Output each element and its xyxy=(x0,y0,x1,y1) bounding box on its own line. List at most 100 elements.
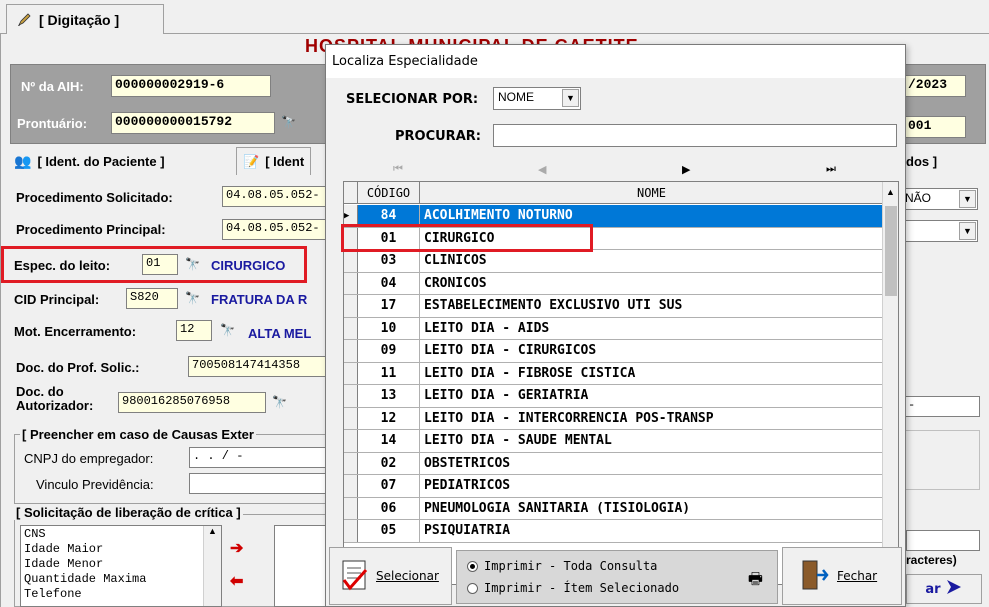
row-nome[interactable]: CLINICOS xyxy=(420,250,883,272)
right-field-2[interactable]: - xyxy=(904,396,980,417)
combo-empty[interactable]: ▼ xyxy=(900,220,978,242)
proc-solicitado-field[interactable]: 04.08.05.052- xyxy=(222,186,326,207)
list-item[interactable]: CNS xyxy=(24,527,218,542)
critica-scrollbar[interactable]: ▲ xyxy=(203,526,221,606)
binoculars-icon[interactable]: 🔭 xyxy=(185,257,200,271)
cid-field[interactable]: S820 xyxy=(126,288,178,309)
cnpj-field[interactable]: . . / - xyxy=(189,447,326,468)
table-row[interactable]: 09 LEITO DIA - CIRURGICOS xyxy=(344,340,883,363)
table-row[interactable]: 11 LEITO DIA - FIBROSE CISTICA xyxy=(344,362,883,385)
radio-item-selecionado[interactable]: Imprimir - Ítem Selecionado xyxy=(467,581,679,595)
right-field-3[interactable] xyxy=(906,530,980,551)
prev-record-icon[interactable]: ◀ xyxy=(538,163,546,176)
row-codigo[interactable]: 09 xyxy=(358,340,420,362)
row-nome[interactable]: LEITO DIA - GERIATRIA xyxy=(420,385,883,407)
radio-toda-consulta[interactable]: Imprimir - Toda Consulta xyxy=(467,559,657,573)
list-item[interactable]: Idade Menor xyxy=(24,557,218,572)
row-indicator[interactable] xyxy=(344,430,358,452)
row-indicator[interactable] xyxy=(344,452,358,474)
table-row[interactable]: 05 PSIQUIATRIA xyxy=(344,520,883,543)
row-codigo[interactable]: 02 xyxy=(358,452,420,474)
table-row[interactable]: 17 ESTABELECIMENTO EXCLUSIVO UTI SUS xyxy=(344,295,883,318)
row-indicator[interactable] xyxy=(344,407,358,429)
next-record-icon[interactable]: ▶ xyxy=(682,163,690,176)
row-indicator[interactable] xyxy=(344,295,358,317)
row-indicator[interactable] xyxy=(344,475,358,497)
row-indicator[interactable] xyxy=(344,385,358,407)
table-row[interactable]: 14 LEITO DIA - SAUDE MENTAL xyxy=(344,430,883,453)
first-record-icon[interactable]: ⏮ xyxy=(393,163,403,176)
row-codigo[interactable]: 14 xyxy=(358,430,420,452)
table-row[interactable]: 04 CRONICOS xyxy=(344,272,883,295)
row-nome[interactable]: ESTABELECIMENTO EXCLUSIVO UTI SUS xyxy=(420,295,883,317)
table-row[interactable]: 06 PNEUMOLOGIA SANITARIA (TISIOLOGIA) xyxy=(344,497,883,520)
row-nome[interactable]: PEDIATRICOS xyxy=(420,475,883,497)
mot-encerramento-field[interactable]: 12 xyxy=(176,320,212,341)
row-codigo[interactable]: 11 xyxy=(358,362,420,384)
table-row[interactable]: 03 CLINICOS xyxy=(344,250,883,273)
table-row[interactable]: 12 LEITO DIA - INTERCORRENCIA POS-TRANSP xyxy=(344,407,883,430)
row-indicator[interactable] xyxy=(344,340,358,362)
avancar-button[interactable]: ar xyxy=(906,574,982,604)
row-nome[interactable]: LEITO DIA - CIRURGICOS xyxy=(420,340,883,362)
chevron-down-icon[interactable]: ▼ xyxy=(562,89,579,107)
vinculo-field[interactable] xyxy=(189,473,326,494)
row-nome[interactable]: LEITO DIA - AIDS xyxy=(420,318,883,340)
list-item[interactable]: Quantidade Maxima xyxy=(24,572,218,587)
row-indicator[interactable] xyxy=(344,520,358,542)
binoculars-icon[interactable]: 🔭 xyxy=(281,115,296,129)
chevron-up-icon[interactable]: ▲ xyxy=(204,526,221,536)
combo-nao[interactable]: NÃO ▼ xyxy=(900,188,978,210)
row-indicator[interactable] xyxy=(344,362,358,384)
selecionar-combo[interactable]: NOME ▼ xyxy=(493,87,581,110)
table-row[interactable]: 02 OBSTETRICOS xyxy=(344,452,883,475)
row-nome[interactable]: CRONICOS xyxy=(420,273,883,295)
critica-listbox[interactable]: CNS Idade Maior Idade Menor Quantidade M… xyxy=(20,525,222,607)
espec-leito-field[interactable]: 01 xyxy=(142,254,178,275)
chevron-down-icon[interactable]: ▼ xyxy=(959,190,976,208)
chevron-down-icon[interactable]: ▼ xyxy=(959,222,976,240)
procurar-input[interactable] xyxy=(493,124,897,147)
row-codigo[interactable]: 13 xyxy=(358,385,420,407)
row-nome[interactable]: LEITO DIA - INTERCORRENCIA POS-TRANSP xyxy=(420,408,883,430)
row-nome[interactable]: LEITO DIA - SAUDE MENTAL xyxy=(420,430,883,452)
fechar-button[interactable]: Fechar xyxy=(782,547,902,605)
doc-solic-field[interactable]: 700508147414358 xyxy=(188,356,326,377)
grid-scrollbar[interactable]: ▲ ▼ xyxy=(882,182,898,584)
row-codigo[interactable]: 03 xyxy=(358,250,420,272)
scroll-thumb[interactable] xyxy=(885,206,897,296)
row-indicator[interactable] xyxy=(344,317,358,339)
prontuario-field[interactable]: 000000000015792 xyxy=(111,112,275,134)
binoculars-icon[interactable]: 🔭 xyxy=(185,291,200,305)
tab-ident[interactable]: 📝 [ Ident xyxy=(236,147,312,175)
last-record-icon[interactable]: ⏭ xyxy=(826,163,836,176)
tab-digitacao[interactable]: [ Digitação ] xyxy=(6,4,164,35)
binoculars-icon[interactable]: 🔭 xyxy=(220,323,235,337)
table-row[interactable]: 07 PEDIATRICOS xyxy=(344,475,883,498)
chevron-up-icon[interactable]: ▲ xyxy=(883,182,898,202)
row-codigo[interactable]: 07 xyxy=(358,475,420,497)
row-nome[interactable]: OBSTETRICOS xyxy=(420,453,883,475)
row-codigo[interactable]: 17 xyxy=(358,295,420,317)
row-codigo[interactable]: 10 xyxy=(358,317,420,339)
list-item[interactable]: Telefone xyxy=(24,587,218,602)
tab-dados[interactable]: dos ] xyxy=(906,147,937,175)
list-item[interactable]: Idade Maior xyxy=(24,542,218,557)
table-row[interactable]: 13 LEITO DIA - GERIATRIA xyxy=(344,385,883,408)
row-nome[interactable]: PNEUMOLOGIA SANITARIA (TISIOLOGIA) xyxy=(420,498,883,520)
row-codigo[interactable]: 12 xyxy=(358,407,420,429)
binoculars-icon[interactable]: 🔭 xyxy=(272,395,287,409)
right-field[interactable]: 001 xyxy=(904,116,966,138)
table-row[interactable]: 10 LEITO DIA - AIDS xyxy=(344,317,883,340)
grid-header-codigo[interactable]: CÓDIGO xyxy=(358,182,420,204)
critica-selected-listbox[interactable] xyxy=(274,525,326,607)
row-indicator[interactable] xyxy=(344,250,358,272)
arrow-left-icon[interactable]: ⬅ xyxy=(230,571,243,591)
doc-aut-field[interactable]: 980016285076958 xyxy=(118,392,266,413)
row-codigo[interactable]: 04 xyxy=(358,272,420,294)
row-nome[interactable]: PSIQUIATRIA xyxy=(420,520,883,542)
proc-principal-field[interactable]: 04.08.05.052- xyxy=(222,219,326,240)
row-codigo[interactable]: 06 xyxy=(358,497,420,519)
aih-field[interactable]: 000000002919-6 xyxy=(111,75,271,97)
grid-header-nome[interactable]: NOME xyxy=(420,182,883,204)
